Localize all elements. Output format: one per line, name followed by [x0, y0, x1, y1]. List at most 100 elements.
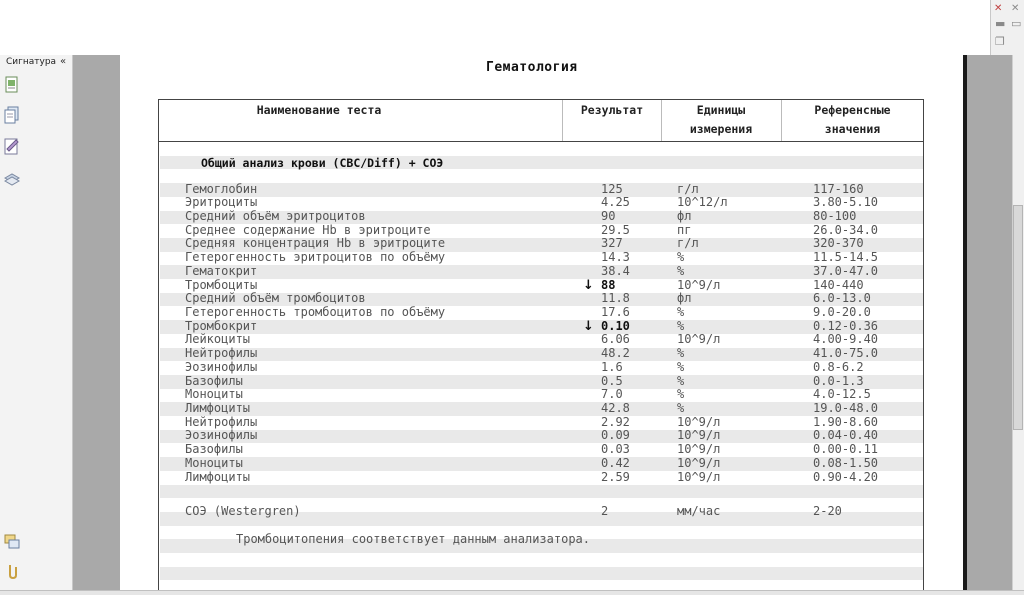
pages-icon[interactable]	[4, 106, 20, 124]
test-name: Гемоглобин	[185, 181, 258, 196]
results-table: Наименование теста Результат Единицы изм…	[158, 99, 924, 590]
test-unit: фл	[677, 208, 692, 223]
test-unit: фл	[677, 291, 692, 306]
header-units-line2: измерения	[689, 122, 753, 136]
test-reference: 0.8-6.2	[813, 359, 864, 374]
test-reference: 117-160	[813, 181, 864, 196]
top-toolbar	[0, 0, 990, 55]
test-name: Тромбоциты	[185, 277, 258, 292]
esr-row: СОЭ (Westergren) 2 мм/час 2-20	[159, 504, 923, 518]
test-unit: г/л	[677, 236, 699, 251]
paperclip-icon[interactable]	[4, 562, 20, 580]
collapse-panel-icon[interactable]: «	[60, 56, 66, 68]
test-result: 0.42	[601, 455, 630, 470]
test-reference: 0.08-1.50	[813, 455, 879, 470]
comment-text: Тромбоцитопения соответствует данным ана…	[236, 532, 591, 546]
close-icon[interactable]: ✕	[994, 3, 1002, 14]
test-reference: 0.90-4.20	[813, 469, 879, 484]
signature-icon[interactable]	[4, 137, 20, 155]
table-row: Моноциты 0.42 10^9/л 0.08-1.50	[159, 455, 923, 471]
test-result: 0.09	[601, 428, 630, 443]
left-page-gutter	[73, 55, 120, 590]
table-row: Лимфоциты 42.8% 19.0-48.0	[159, 401, 923, 416]
test-name: Эозинофилы	[185, 359, 258, 374]
low-flag-icon: ↓	[583, 318, 594, 334]
table-row: Тромбокрит 0.10% 0.12-0.36 ↓	[159, 318, 923, 334]
test-result: 1.6	[601, 359, 623, 374]
test-reference: 37.0-47.0	[813, 263, 879, 278]
test-reference: 0.0-1.3	[813, 373, 864, 388]
test-unit: %	[677, 359, 685, 374]
test-reference: 9.0-20.0	[813, 304, 871, 319]
esr-unit: мм/час	[677, 504, 721, 518]
test-name: Средний объём тромбоцитов	[185, 291, 366, 306]
table-row: Эозинофилы 0.09 10^9/л 0.04-0.40	[159, 429, 923, 443]
test-result: 2.92	[601, 414, 630, 429]
table-row: Гетерогенность тромбоцитов по объёму 17.6…	[159, 304, 923, 320]
test-name: Нейтрофилы	[185, 346, 258, 361]
test-result: 0.5	[601, 373, 623, 388]
test-reference: 3.80-5.10	[813, 195, 879, 210]
table-row: Средняя концентрация Hb в эритроците 327 г…	[159, 237, 923, 251]
test-reference: 0.12-0.36	[813, 318, 879, 333]
test-result: 42.8	[601, 401, 630, 416]
table-row: Гетерогенность эритроцитов по объёму 14.3…	[159, 250, 923, 265]
restore-icon[interactable]: ❐	[995, 36, 1005, 47]
test-name: Моноциты	[185, 387, 243, 402]
test-unit: %	[677, 263, 685, 278]
test-name: Средняя концентрация Hb в эритроците	[185, 236, 446, 251]
navigation-sidebar	[0, 55, 73, 590]
test-name: Моноциты	[185, 455, 243, 470]
minimize-icon[interactable]: ▬	[995, 18, 1005, 29]
row-stripe	[160, 566, 923, 581]
window-icon[interactable]: ▭	[1011, 18, 1021, 29]
pane-close-icon[interactable]: ✕	[1011, 3, 1019, 14]
status-bar	[0, 590, 1024, 595]
test-unit: %	[677, 304, 685, 319]
test-reference: 140-440	[813, 277, 864, 292]
layers-icon[interactable]	[3, 169, 21, 187]
test-result: 6.06	[601, 332, 630, 347]
test-result: 2.59	[601, 469, 630, 484]
test-name: Гематокрит	[185, 263, 258, 278]
table-row: Гемоглобин 125 г/л 117-160	[159, 181, 923, 197]
test-name: Базофилы	[185, 373, 243, 388]
test-name: Среднее содержание Hb в эритроците	[185, 222, 431, 237]
header-ref-line2: значения	[824, 122, 881, 136]
table-row: Базофилы 0.5% 0.0-1.3	[159, 373, 923, 389]
test-result: 29.5	[601, 222, 630, 237]
table-row: Моноциты 7.0% 4.0-12.5	[159, 388, 923, 402]
attachments-icon[interactable]	[4, 532, 20, 550]
test-unit: г/л	[677, 181, 699, 196]
table-row: Гематокрит 38.4% 37.0-47.0	[159, 263, 923, 279]
page-thumbnails-icon[interactable]	[4, 76, 20, 94]
test-name: Нейтрофилы	[185, 414, 258, 429]
test-reference: 0.04-0.40	[813, 428, 879, 443]
test-reference: 19.0-48.0	[813, 401, 879, 416]
test-unit: 10^12/л	[677, 195, 728, 210]
test-unit: %	[677, 387, 685, 402]
low-flag-icon: ↓	[583, 277, 594, 293]
section-title: Общий анализ крови (CBC/Diff) + СОЭ	[201, 156, 444, 170]
table-row: Среднее содержание Hb в эритроците 29.5 пг…	[159, 222, 923, 238]
test-unit: %	[677, 401, 685, 416]
test-reference: 4.00-9.40	[813, 332, 879, 347]
table-row: Нейтрофилы 2.92 10^9/л 1.90-8.60	[159, 414, 923, 430]
test-reference: 4.0-12.5	[813, 387, 871, 402]
test-name: Лейкоциты	[185, 332, 251, 347]
test-name: Лимфоциты	[185, 469, 251, 484]
table-row: Средний объём тромбоцитов 11.8 фл 6.0-13.0	[159, 292, 923, 306]
test-unit: %	[677, 373, 685, 388]
test-reference: 0.00-0.11	[813, 442, 879, 457]
header-test-name: Наименование теста	[256, 103, 382, 117]
test-result: 17.6	[601, 304, 630, 319]
scrollbar-thumb[interactable]	[1013, 205, 1023, 430]
right-page-gutter	[967, 55, 1012, 590]
test-unit: %	[677, 318, 685, 333]
test-unit: 10^9/л	[677, 442, 721, 457]
test-unit: 10^9/л	[677, 414, 721, 429]
test-name: Эритроциты	[185, 195, 258, 210]
test-name: Лимфоциты	[185, 401, 251, 416]
esr-name: СОЭ (Westergren)	[185, 504, 301, 518]
test-result: 90	[601, 208, 616, 223]
